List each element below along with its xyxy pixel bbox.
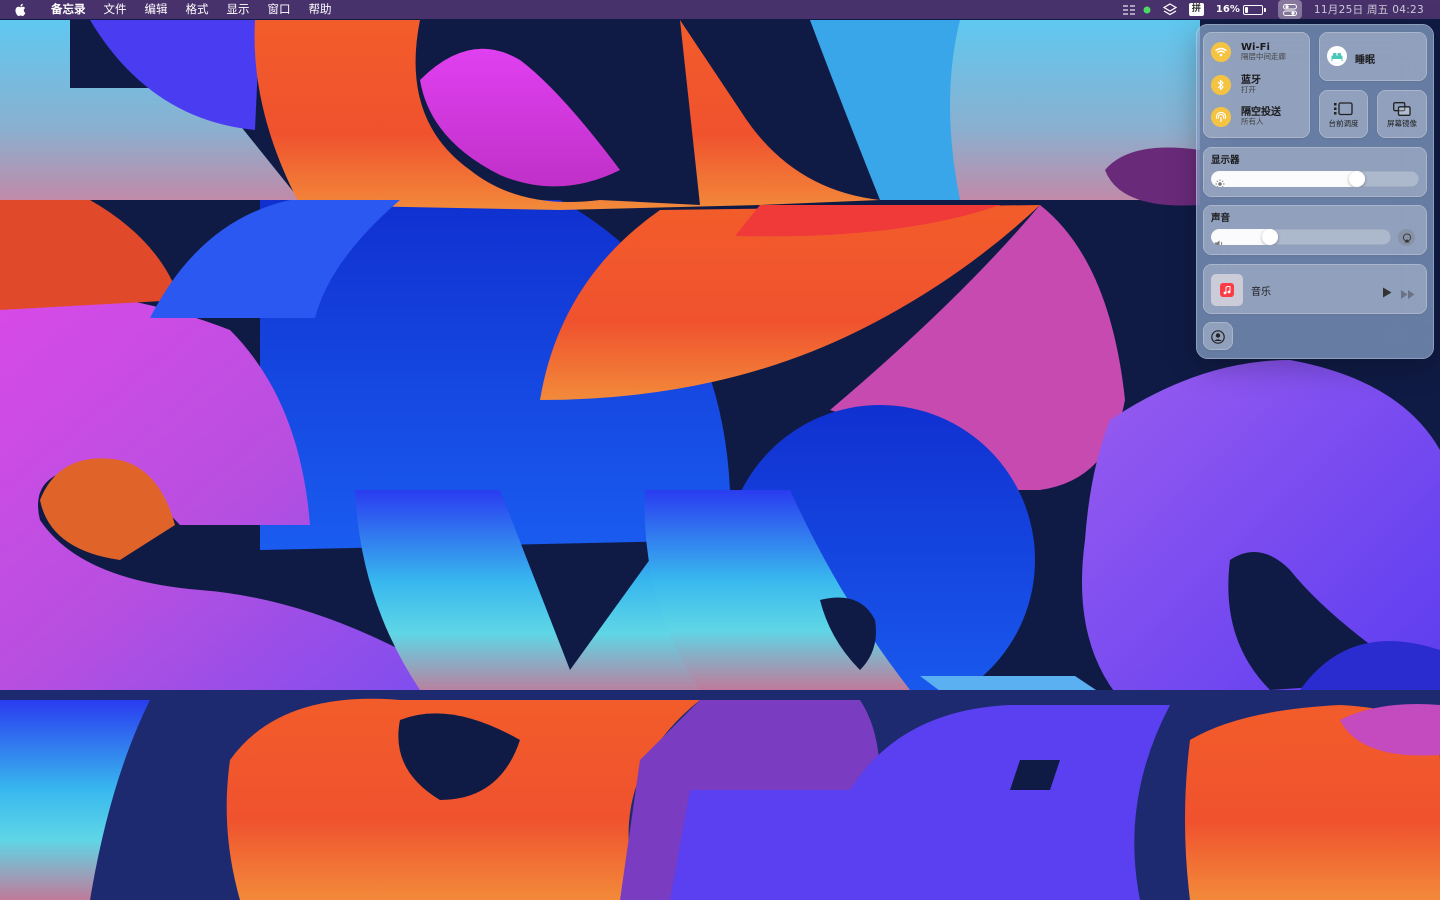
volume-slider[interactable] [1211, 229, 1391, 245]
status-grid-icon[interactable] [1122, 0, 1137, 19]
focus-label: 睡眠 [1355, 55, 1375, 66]
sound-title: 声音 [1211, 213, 1231, 224]
menu-file[interactable]: 文件 [95, 0, 136, 19]
sun-icon [1215, 174, 1225, 187]
wifi-icon [1211, 42, 1231, 62]
bluetooth-status: 打开 [1241, 85, 1256, 95]
bed-icon [1327, 46, 1347, 66]
menu-bar: 备忘录 文件 编辑 格式 显示 窗口 帮助 拼 16% 11月25日 周五 04… [0, 0, 1440, 19]
battery-icon [1242, 4, 1263, 15]
user-switch-button[interactable] [1203, 322, 1233, 350]
menu-view[interactable]: 显示 [218, 0, 259, 19]
now-playing-title: 音乐 [1251, 287, 1271, 298]
airdrop-icon [1211, 107, 1231, 127]
control-center-panel: Wi-Fi 隔层中间走廊 蓝牙 打开 隔空投送 所有人 睡眠 台前调度 屏幕镜像… [1196, 24, 1434, 359]
stage-manager-button[interactable]: 台前调度 [1319, 90, 1368, 138]
control-center-icon[interactable] [1277, 0, 1302, 19]
forward-button-icon[interactable] [1401, 284, 1415, 303]
battery-percent: 16% [1215, 4, 1240, 15]
bluetooth-toggle[interactable]: 蓝牙 打开 [1211, 75, 1261, 95]
menu-edit[interactable]: 编辑 [136, 0, 177, 19]
wifi-network-name: 隔层中间走廊 [1241, 52, 1286, 62]
focus-sleep-button[interactable]: 睡眠 [1319, 32, 1427, 81]
stage-manager-label: 台前调度 [1328, 119, 1359, 128]
layers-icon[interactable] [1162, 0, 1177, 19]
display-module: 显示器 [1203, 147, 1427, 197]
input-method-icon[interactable]: 拼 [1188, 0, 1204, 19]
airplay-audio-icon[interactable] [1398, 229, 1415, 246]
mic-indicator-icon [1143, 0, 1151, 19]
apple-menu-icon[interactable] [14, 0, 30, 19]
menubar-clock[interactable]: 11月25日 周五 04:23 [1314, 0, 1424, 19]
battery-status[interactable]: 16% [1216, 0, 1266, 19]
bluetooth-icon [1211, 75, 1231, 95]
sound-module: 声音 [1203, 205, 1427, 255]
volume-slider-knob[interactable] [1262, 229, 1278, 245]
music-app-icon [1211, 274, 1243, 306]
connectivity-module: Wi-Fi 隔层中间走廊 蓝牙 打开 隔空投送 所有人 [1203, 32, 1310, 138]
display-title: 显示器 [1211, 155, 1240, 166]
menu-format[interactable]: 格式 [177, 0, 218, 19]
screen-mirroring-label: 屏幕镜像 [1387, 119, 1417, 128]
menu-app-name[interactable]: 备忘录 [42, 0, 95, 19]
menu-help[interactable]: 帮助 [300, 0, 341, 19]
menu-window[interactable]: 窗口 [259, 0, 300, 19]
brightness-slider[interactable] [1211, 171, 1419, 187]
now-playing-module[interactable]: 音乐 [1203, 264, 1427, 314]
user-circle-icon [1211, 329, 1225, 348]
airdrop-status: 所有人 [1241, 117, 1264, 127]
airdrop-toggle[interactable]: 隔空投送 所有人 [1211, 107, 1281, 127]
speaker-icon [1215, 233, 1225, 245]
brightness-slider-knob[interactable] [1349, 171, 1365, 187]
screen-mirroring-button[interactable]: 屏幕镜像 [1377, 90, 1427, 138]
wifi-toggle[interactable]: Wi-Fi 隔层中间走廊 [1211, 42, 1286, 62]
play-button-icon[interactable] [1382, 283, 1392, 302]
